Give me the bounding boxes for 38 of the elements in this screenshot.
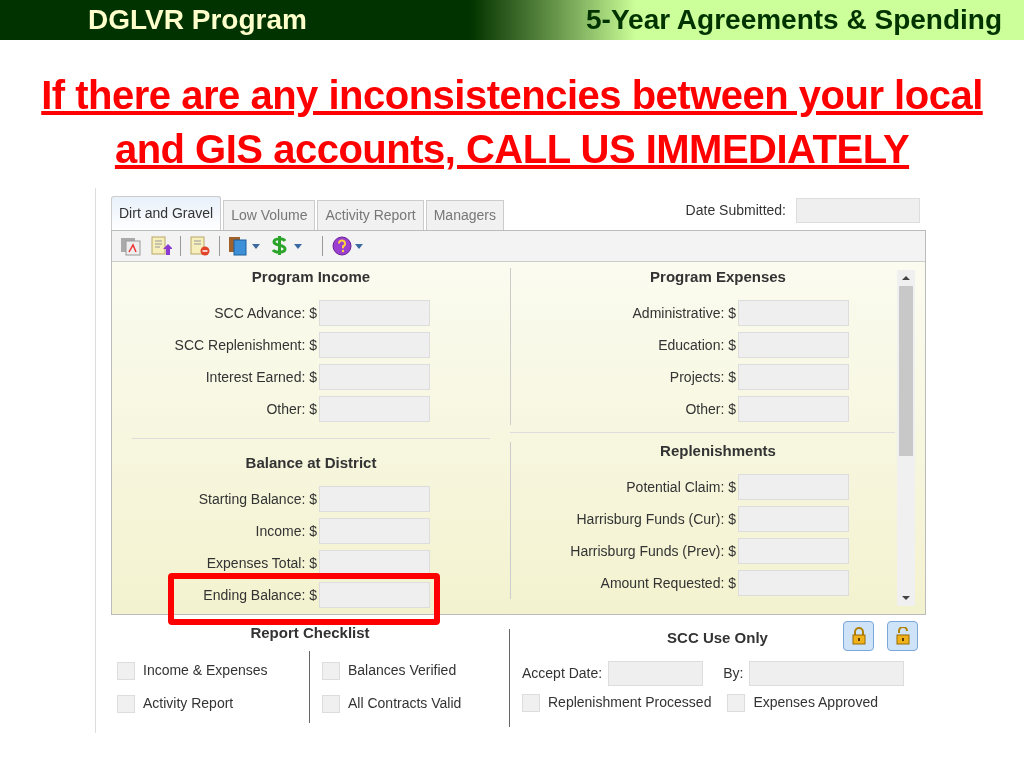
- section-title: Program Income: [251, 266, 371, 287]
- field-label: Ending Balance: $: [202, 585, 317, 605]
- slide-title: 5-Year Agreements & Spending: [586, 3, 1002, 37]
- slide-section-title: DGLVR Program: [88, 3, 307, 37]
- field-label: SCC Replenishment: $: [173, 335, 317, 355]
- tab[interactable]: Activity Report: [317, 200, 424, 230]
- tab[interactable]: Dirt and Gravel: [111, 196, 222, 230]
- section-title: Balance at District: [245, 452, 377, 473]
- field-label: Date Submitted:: [685, 201, 786, 220]
- field-label: Starting Balance: $: [197, 489, 317, 509]
- field-label: Potential Claim: $: [625, 477, 736, 497]
- field-label: Projects: $: [668, 367, 736, 387]
- section-title: Report Checklist: [250, 622, 370, 643]
- field-label: Expenses Total: $: [205, 553, 317, 573]
- checkbox-label: Balances Verified: [348, 661, 457, 680]
- field-label: Other: $: [265, 399, 317, 419]
- field-label: Administrative: $: [631, 303, 736, 323]
- tab[interactable]: Low Volume: [223, 200, 316, 230]
- checkbox-label: Activity Report: [143, 694, 234, 713]
- field-label: Amount Requested: $: [599, 573, 736, 593]
- section-title: SCC Use Only: [667, 628, 768, 648]
- checkbox-label: All Contracts Valid: [348, 694, 462, 713]
- field-label: SCC Advance: $: [213, 303, 317, 323]
- field-label: Harrisburg Funds (Prev): $: [569, 541, 736, 561]
- headline: If there are any inconsistencies between your local and GIS accounts, CALL US IMMEDIATELY: [41, 72, 983, 173]
- field-label: Accept Date:: [522, 664, 603, 683]
- section-title: Program Expenses: [650, 266, 786, 287]
- field-label: Harrisburg Funds (Cur): $: [575, 509, 736, 529]
- field-label: Other: $: [684, 399, 736, 419]
- field-label: Education: $: [657, 335, 736, 355]
- field-label: Income: $: [254, 521, 317, 541]
- section-title: Replenishments: [660, 440, 776, 461]
- tab[interactable]: Managers: [425, 200, 504, 230]
- checkbox-label: Expenses Approved: [753, 693, 878, 712]
- field-label: By:: [723, 664, 744, 683]
- checkbox-label: Income & Expenses: [143, 661, 268, 680]
- field-label: Interest Earned: $: [204, 367, 317, 387]
- checkbox-label: Replenishment Processed: [548, 693, 712, 712]
